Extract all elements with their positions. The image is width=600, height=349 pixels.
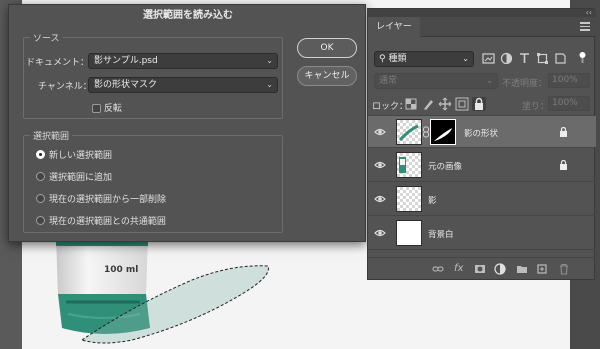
- new-group-folder-icon[interactable]: [516, 263, 528, 275]
- blend-mode-select[interactable]: 通常 ⌄: [374, 73, 498, 89]
- radio-add-to-selection-label: 選択範囲に追加: [49, 173, 113, 183]
- chevron-down-icon: ⌄: [462, 54, 469, 63]
- fill-value: 100%: [552, 98, 578, 108]
- blend-mode-value: 通常: [379, 76, 398, 86]
- layer-kind-filter-select[interactable]: ⚲ 種類 ⌄: [374, 51, 474, 67]
- layer-thumbnail: [396, 119, 422, 145]
- lock-all-icon[interactable]: [472, 97, 486, 111]
- invert-checkbox-row[interactable]: 反転: [92, 101, 122, 114]
- product-image: 100 ml: [56, 236, 269, 344]
- layers-panel-footer: fx: [368, 257, 596, 279]
- chevron-down-icon: ⌄: [486, 76, 493, 85]
- radio-add-to-selection-button[interactable]: [36, 172, 45, 181]
- radio-new-selection-label: 新しい選択範囲: [49, 151, 113, 161]
- prevent-auto-nesting-icon[interactable]: [455, 97, 469, 111]
- opacity-value: 100%: [552, 75, 578, 85]
- layer-thumbnail: [396, 152, 422, 178]
- layer-thumbnail: [396, 186, 422, 212]
- lock-image-pixels-icon[interactable]: [421, 97, 435, 111]
- shape-layer-filter-icon[interactable]: [536, 52, 549, 65]
- lock-position-icon[interactable]: [438, 97, 452, 111]
- smart-object-filter-icon[interactable]: [554, 52, 567, 65]
- radio-intersect-selection[interactable]: 現在の選択範囲との共通範囲: [36, 215, 166, 229]
- eye-icon[interactable]: [374, 126, 386, 138]
- trash-icon[interactable]: [558, 263, 570, 275]
- eye-icon[interactable]: [374, 159, 386, 171]
- lock-icon: [560, 160, 567, 170]
- radio-intersect-button[interactable]: [36, 216, 45, 225]
- chevron-down-icon: ⌄: [266, 56, 273, 65]
- lock-label: ロック：: [372, 102, 409, 112]
- channel-label: チャンネル：: [38, 82, 92, 92]
- source-legend: ソース: [30, 31, 63, 44]
- tab-layers[interactable]: レイヤー: [368, 17, 420, 37]
- radio-new-selection[interactable]: 新しい選択範囲: [36, 149, 112, 163]
- radio-intersect-label: 現在の選択範囲との共通範囲: [49, 217, 166, 227]
- add-mask-icon[interactable]: [474, 263, 486, 275]
- document-select-value: 影サンプル.psd: [94, 56, 158, 66]
- layer-mask-thumbnail[interactable]: [430, 119, 456, 145]
- adjustment-layer-filter-icon[interactable]: [500, 52, 513, 65]
- layer-thumbnail: [396, 220, 422, 246]
- invert-label: 反転: [103, 104, 122, 114]
- radio-subtract-from-selection[interactable]: 現在の選択範囲から一部削除: [36, 193, 166, 207]
- collapse-panel-icon[interactable]: ‹‹: [586, 8, 592, 17]
- layer-row[interactable]: 影の形状: [368, 115, 596, 148]
- layer-row[interactable]: 影: [368, 183, 596, 216]
- layer-name: 元の画像: [428, 162, 463, 172]
- search-icon: ⚲: [379, 54, 386, 64]
- pixel-layer-filter-icon[interactable]: [482, 52, 495, 65]
- radio-subtract-button[interactable]: [36, 194, 45, 203]
- shadow-shape-thumbnail: [398, 124, 419, 142]
- original-image-thumbnail: [399, 157, 406, 173]
- panel-tab-bar: レイヤー: [368, 17, 596, 37]
- document-label: ドキュメント：: [26, 58, 90, 68]
- panel-top-bar: ‹‹: [368, 8, 596, 17]
- dialog-title: 選択範囲を読み込む: [143, 10, 233, 21]
- operation-legend: 選択範囲: [30, 129, 73, 142]
- product-label-text: 100 ml: [104, 265, 138, 275]
- source-group: ソース ドキュメント： 影サンプル.psd ⌄ チャンネル： 影の形状マスク ⌄…: [23, 31, 283, 119]
- document-select[interactable]: 影サンプル.psd ⌄: [88, 53, 278, 69]
- fill-input[interactable]: 100%: [548, 96, 590, 111]
- radio-add-to-selection[interactable]: 選択範囲に追加: [36, 171, 112, 185]
- panel-menu-icon[interactable]: [580, 22, 590, 31]
- layer-row[interactable]: 背景白: [368, 217, 596, 250]
- lock-transparent-pixels-icon[interactable]: [404, 97, 418, 111]
- adjustment-layer-icon[interactable]: [494, 263, 506, 275]
- new-layer-icon[interactable]: [536, 263, 548, 275]
- mask-shape: [434, 128, 452, 141]
- link-layers-icon[interactable]: [432, 263, 444, 275]
- layers-panel: ‹‹ レイヤー ⚲ 種類 ⌄ 通常 ⌄ 不透明度： 100% ロック： 塗り： …: [367, 8, 596, 280]
- filter-toggle-icon[interactable]: [576, 51, 589, 64]
- eye-icon[interactable]: [374, 193, 386, 205]
- cancel-button[interactable]: キャンセル: [297, 66, 357, 86]
- lock-icon: [560, 127, 567, 137]
- layer-name: 影の形状: [464, 129, 499, 139]
- link-icon[interactable]: [422, 126, 430, 138]
- load-selection-dialog: 選択範囲を読み込む ソース ドキュメント： 影サンプル.psd ⌄ チャンネル：…: [8, 4, 366, 242]
- operation-group: 選択範囲 新しい選択範囲 選択範囲に追加 現在の選択範囲から一部削除 現在の選択…: [23, 129, 283, 233]
- layer-name: 背景白: [428, 230, 454, 240]
- radio-new-selection-button[interactable]: [36, 150, 45, 159]
- channel-select-value: 影の形状マスク: [94, 80, 158, 90]
- invert-checkbox[interactable]: [92, 104, 101, 113]
- opacity-label: 不透明度：: [502, 79, 548, 89]
- ok-button[interactable]: OK: [297, 38, 357, 58]
- kind-label: 種類: [388, 54, 407, 64]
- radio-subtract-label: 現在の選択範囲から一部削除: [49, 195, 167, 205]
- type-layer-filter-icon[interactable]: [518, 52, 531, 65]
- layer-style-fx-icon[interactable]: fx: [454, 263, 466, 275]
- chevron-down-icon: ⌄: [266, 80, 273, 89]
- opacity-input[interactable]: 100%: [548, 73, 590, 88]
- fill-label: 塗り：: [522, 102, 550, 112]
- eye-icon[interactable]: [374, 227, 386, 239]
- layer-row[interactable]: 元の画像: [368, 149, 596, 182]
- layer-name: 影: [428, 196, 437, 206]
- channel-select[interactable]: 影の形状マスク ⌄: [88, 77, 278, 93]
